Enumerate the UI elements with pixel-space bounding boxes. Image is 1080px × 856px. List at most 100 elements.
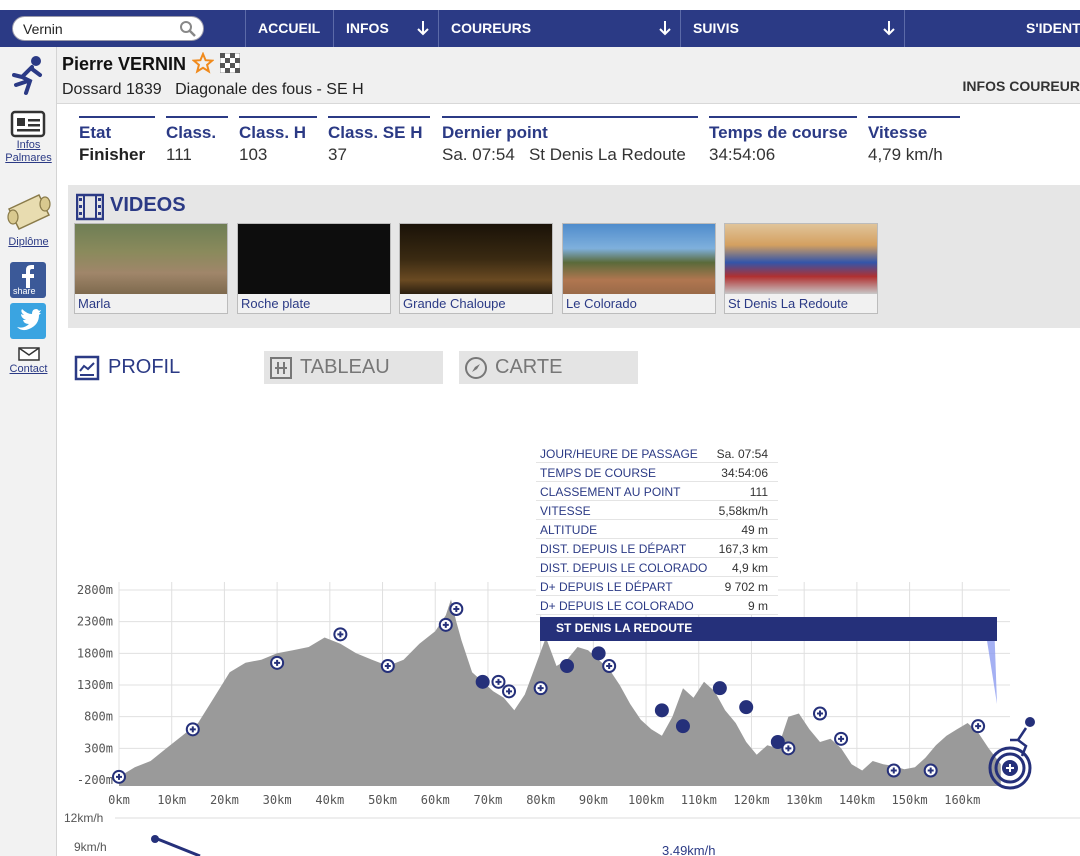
- x-tick-label: 160km: [944, 793, 980, 807]
- checkpoint-plus-marker[interactable]: [602, 659, 617, 673]
- palmares-link[interactable]: Palmares: [0, 152, 57, 164]
- tooltip-row: CLASSEMENT AU POINT 111: [536, 482, 778, 501]
- tooltip-value: 167,3 km: [718, 542, 768, 556]
- nav-label: COUREURS: [451, 20, 532, 36]
- checkpoint-plus-marker[interactable]: [923, 763, 938, 778]
- facebook-share-button[interactable]: share: [10, 262, 46, 298]
- video-thumb-le-colorado[interactable]: Le Colorado: [562, 223, 716, 314]
- checkpoint-plus-marker[interactable]: [834, 731, 849, 746]
- checkpoint-plus-marker[interactable]: [185, 722, 200, 737]
- checkpoint-dot-marker[interactable]: [712, 681, 727, 696]
- search-icon[interactable]: [179, 20, 197, 38]
- nav-item-infos[interactable]: INFOS: [333, 10, 438, 47]
- video-thumb-roche-plate[interactable]: Roche plate: [237, 223, 391, 314]
- video-caption: Grande Chaloupe: [400, 294, 552, 313]
- stat-class-h: Class. H 103: [239, 116, 317, 165]
- checkpoint-plus-marker[interactable]: [812, 706, 827, 721]
- checkpoint-plus-marker[interactable]: [270, 655, 285, 670]
- y-tick-label: 800m: [84, 710, 113, 724]
- checkpoint-dot-marker[interactable]: [475, 674, 490, 689]
- stat-class: Class. 111: [166, 116, 228, 165]
- infos-coureur-tab[interactable]: INFOS COUREUR: [963, 78, 1080, 94]
- tooltip-key: DIST. DEPUIS LE DÉPART: [540, 542, 687, 556]
- video-thumbnail: [75, 224, 227, 294]
- checkpoint-plus-marker[interactable]: [502, 684, 517, 699]
- tab-tableau[interactable]: TABLEAU: [264, 351, 443, 384]
- y-tick-label: -200m: [77, 773, 113, 787]
- x-tick-label: 80km: [526, 793, 555, 807]
- x-tick-label: 150km: [892, 793, 928, 807]
- video-caption: Roche plate: [238, 294, 390, 313]
- arrow-down-icon: [417, 21, 429, 36]
- y-axis-ticks: -200m 300m 800m 1300m 1800m 2300m 2800m: [77, 583, 113, 787]
- stat-etat: Etat Finisher: [79, 116, 155, 165]
- video-thumb-marla[interactable]: Marla: [74, 223, 228, 314]
- video-thumb-st-denis[interactable]: St Denis La Redoute: [724, 223, 878, 314]
- stat-class-se-h: Class. SE H 37: [328, 116, 430, 165]
- nav-item-suivis[interactable]: SUIVIS: [680, 10, 904, 47]
- tooltip-key: DIST. DEPUIS LE COLORADO: [540, 561, 708, 575]
- search-box[interactable]: [12, 16, 204, 41]
- checkpoint-dot-marker[interactable]: [675, 719, 690, 734]
- checkpoint-dot-marker[interactable]: [591, 646, 606, 661]
- tooltip-row: D+ DEPUIS LE COLORADO 9 m: [536, 596, 778, 615]
- twitter-share-button[interactable]: [10, 303, 46, 339]
- checkpoint-plus-marker[interactable]: [781, 741, 796, 756]
- checkpoint-dot-marker[interactable]: [560, 659, 574, 673]
- diploma-scroll-icon[interactable]: [5, 187, 53, 233]
- tooltip-row: DIST. DEPUIS LE DÉPART 167,3 km: [536, 539, 778, 558]
- favorite-star-icon[interactable]: [192, 52, 214, 74]
- compass-icon: [465, 357, 487, 379]
- tooltip-value: 5,58km/h: [718, 504, 768, 518]
- x-tick-label: 130km: [786, 793, 822, 807]
- checkpoint-plus-marker[interactable]: [112, 769, 126, 784]
- tooltip-row: VITESSE 5,58km/h: [536, 501, 778, 520]
- video-thumbnail: [725, 224, 877, 294]
- checkpoint-plus-marker[interactable]: [491, 674, 506, 689]
- checkpoint-plus-marker[interactable]: [533, 681, 548, 696]
- tooltip-value: Sa. 07:54: [716, 447, 768, 461]
- infos-link[interactable]: Infos: [0, 139, 57, 151]
- tooltip-value: 111: [749, 485, 768, 499]
- tooltip-key: VITESSE: [540, 504, 591, 518]
- tooltip-value: 49 m: [741, 523, 768, 537]
- tooltip-key: ALTITUDE: [540, 523, 598, 537]
- film-icon: [76, 193, 104, 221]
- nav-label: S'IDENTI: [1026, 20, 1080, 36]
- stat-value: 37: [328, 145, 347, 164]
- checkpoint-plus-marker[interactable]: [333, 627, 348, 642]
- checkpoint-dot-marker[interactable]: [654, 703, 669, 718]
- finish-flag-icon: [220, 53, 240, 73]
- search-input[interactable]: [23, 20, 173, 38]
- y-tick-label: 300m: [84, 741, 113, 755]
- profile-chart-icon: [74, 355, 100, 381]
- checkpoint-plus-marker[interactable]: [380, 659, 395, 673]
- checkpoint-dot-marker[interactable]: [739, 700, 754, 715]
- envelope-icon[interactable]: [18, 347, 40, 361]
- checkpoint-plus-marker[interactable]: [886, 763, 901, 778]
- tooltip-key: JOUR/HEURE DE PASSAGE: [540, 447, 698, 461]
- checkpoint-plus-marker[interactable]: [449, 602, 464, 616]
- x-tick-label: 30km: [263, 793, 292, 807]
- diplome-link[interactable]: Diplôme: [0, 236, 57, 248]
- tooltip-row: D+ DEPUIS LE DÉPART 9 702 m: [536, 577, 778, 596]
- speed-panel: 12km/h 9km/h 3.49km/h: [64, 811, 1080, 856]
- nav-item-sidentifier[interactable]: S'IDENTI: [904, 10, 1080, 47]
- checkpoint-plus-marker[interactable]: [438, 617, 453, 632]
- x-tick-label: 50km: [368, 793, 397, 807]
- checkpoint-plus-marker[interactable]: [971, 719, 986, 734]
- arrow-down-icon: [659, 21, 671, 36]
- facebook-share-label: share: [13, 286, 36, 296]
- nav-item-accueil[interactable]: ACCUEIL: [245, 10, 333, 47]
- tooltip-row: ALTITUDE 49 m: [536, 520, 778, 539]
- contact-link[interactable]: Contact: [0, 363, 57, 375]
- left-sidebar: Infos Palmares Diplôme share Contact: [0, 47, 57, 856]
- id-card-icon[interactable]: [10, 110, 46, 140]
- video-thumb-grande-chaloupe[interactable]: Grande Chaloupe: [399, 223, 553, 314]
- stat-label: Dernier point: [442, 123, 548, 142]
- runner-subtitle: Dossard 1839 Diagonale des fous - SE H: [62, 81, 364, 99]
- nav-item-coureurs[interactable]: COUREURS: [438, 10, 680, 47]
- tab-profil[interactable]: PROFIL: [72, 351, 202, 384]
- tab-label: CARTE: [495, 356, 563, 378]
- tab-carte[interactable]: CARTE: [459, 351, 638, 384]
